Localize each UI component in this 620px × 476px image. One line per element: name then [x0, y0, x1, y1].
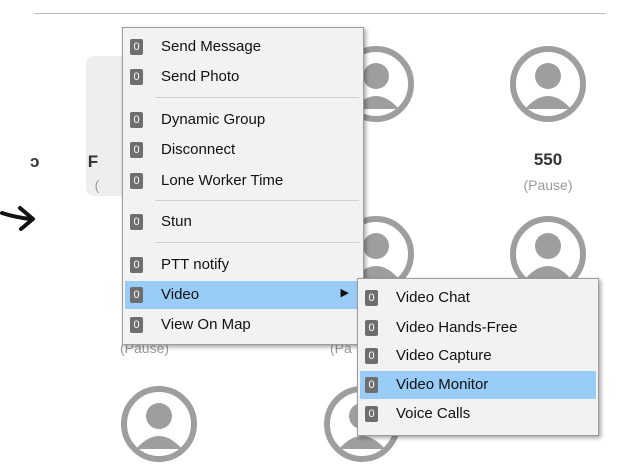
contact-status: (: [94, 177, 100, 193]
menu-item-label: Video: [161, 286, 200, 303]
menu-item-label: Stun: [161, 213, 192, 230]
count-badge: 0: [365, 348, 378, 364]
menu-item-label: Send Message: [161, 38, 262, 55]
menu-item-disconnect[interactable]: 0 Disconnect: [125, 136, 361, 164]
count-badge: 0: [365, 320, 378, 336]
submenu-item-video-monitor[interactable]: 0 Video Monitor: [360, 371, 596, 399]
submenu-item-voice-calls[interactable]: 0 Voice Calls: [360, 400, 596, 428]
menu-item-label: Video Monitor: [396, 376, 489, 393]
count-badge: 0: [130, 214, 143, 230]
count-badge: 0: [130, 69, 143, 85]
menu-separator: [155, 242, 359, 243]
hand-drawn-arrow-icon: [0, 206, 35, 231]
contact-status: (Pause): [523, 177, 573, 193]
menu-separator: [155, 97, 359, 98]
menu-item-label: Send Photo: [161, 68, 240, 85]
menu-item-dynamic-group[interactable]: 0 Dynamic Group: [125, 106, 361, 134]
user-avatar-icon[interactable]: [120, 385, 198, 463]
menu-item-label: Voice Calls: [396, 405, 471, 422]
menu-item-ptt-notify[interactable]: 0 PTT notify: [125, 251, 361, 279]
menu-item-send-photo[interactable]: 0 Send Photo: [125, 63, 361, 91]
menu-item-lone-worker-time[interactable]: 0 Lone Worker Time: [125, 167, 361, 195]
count-badge: 0: [130, 287, 143, 303]
menu-item-send-message[interactable]: 0 Send Message: [125, 33, 361, 61]
count-badge: 0: [130, 173, 143, 189]
menu-item-label: Video Capture: [396, 347, 492, 364]
menu-item-label: PTT notify: [161, 256, 230, 273]
submenu-item-video-chat[interactable]: 0 Video Chat: [360, 284, 596, 312]
header-divider: [34, 13, 606, 14]
menu-item-video[interactable]: 0 Video ▶: [125, 281, 361, 309]
menu-item-label: Lone Worker Time: [161, 172, 284, 189]
triangle-right-icon: ▶: [340, 287, 349, 299]
count-badge: 0: [130, 39, 143, 55]
menu-item-label: View On Map: [161, 316, 251, 333]
menu-item-label: Video Chat: [396, 289, 470, 306]
count-badge: 0: [365, 290, 378, 306]
contact-name: 550: [533, 150, 563, 169]
submenu-item-video-hands-free[interactable]: 0 Video Hands-Free: [360, 314, 596, 342]
submenu-item-video-capture[interactable]: 0 Video Capture: [360, 342, 596, 370]
context-menu: 0 Send Message 0 Send Photo 0 Dynamic Gr…: [122, 27, 364, 345]
user-avatar-icon[interactable]: [509, 45, 587, 123]
video-submenu: 0 Video Chat 0 Video Hands-Free 0 Video …: [357, 278, 599, 436]
count-badge: 0: [365, 406, 378, 422]
count-badge: 0: [130, 112, 143, 128]
count-badge: 0: [130, 142, 143, 158]
count-badge: 0: [130, 257, 143, 273]
menu-item-label: Disconnect: [161, 141, 236, 158]
menu-item-label: Dynamic Group: [161, 111, 266, 128]
menu-item-view-on-map[interactable]: 0 View On Map: [125, 311, 361, 339]
count-badge: 0: [130, 317, 143, 333]
menu-item-stun[interactable]: 0 Stun: [125, 208, 361, 236]
menu-separator: [155, 200, 359, 201]
count-badge: 0: [365, 377, 378, 393]
menu-item-label: Video Hands-Free: [396, 319, 518, 336]
partial-contact-name: ɔ: [30, 152, 40, 171]
contact-name: F: [87, 152, 99, 171]
